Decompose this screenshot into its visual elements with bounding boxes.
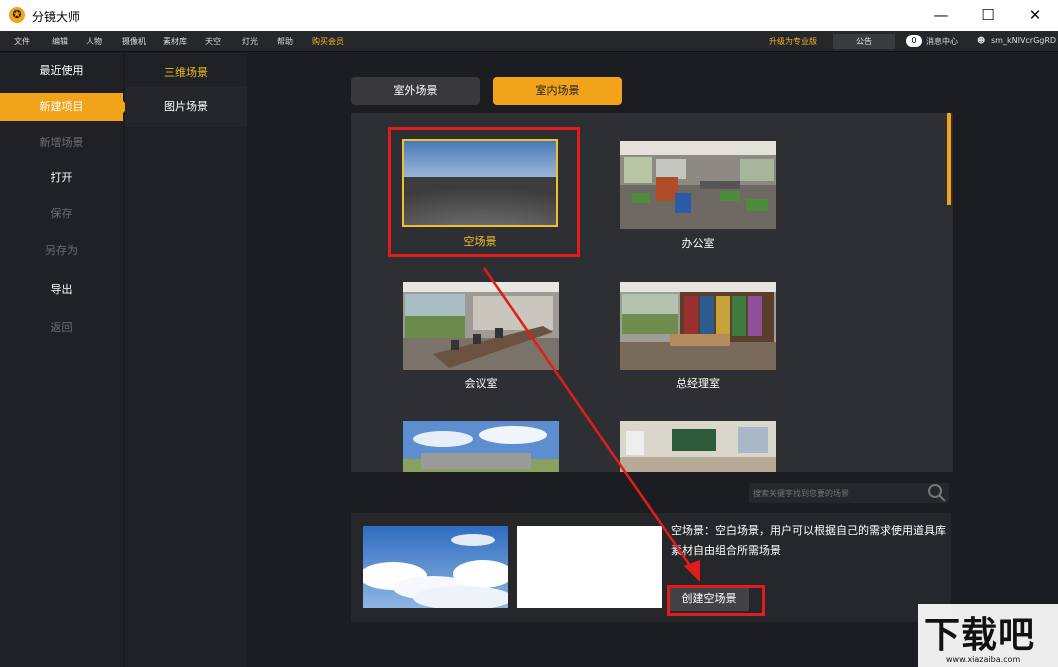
scene-card-classroom[interactable] bbox=[620, 421, 780, 472]
scene-thumbnail bbox=[620, 421, 776, 472]
sidebar-item-export[interactable]: 导出 bbox=[0, 276, 123, 304]
menu-help[interactable]: 帮助 bbox=[277, 36, 293, 47]
upgrade-link[interactable]: 升级为专业版 bbox=[769, 36, 817, 47]
app-logo-icon: ✪ bbox=[9, 7, 25, 23]
left-sidebar: 最近使用 新建项目 新增场景 打开 保存 另存为 导出 返回 bbox=[0, 53, 129, 667]
highlight-box bbox=[667, 585, 765, 616]
menu-bar: 文件 编辑 人物 摄像机 素材库 天空 灯光 帮助 购买会员 升级为专业版 公告… bbox=[0, 31, 1058, 52]
scene-detail-panel: 空场景：空白场景，用户可以根据自己的需求使用道具库素材自由组合所需场景 创建空场… bbox=[351, 513, 951, 622]
subnav-image-scenes[interactable]: 图片场景 bbox=[125, 87, 247, 127]
maximize-button[interactable]: ☐ bbox=[965, 0, 1011, 31]
scene-card-outdoor-building[interactable] bbox=[403, 421, 563, 472]
sidebar-item-back[interactable]: 返回 bbox=[0, 314, 123, 342]
scene-description: 空场景：空白场景，用户可以根据自己的需求使用道具库素材自由组合所需场景 bbox=[671, 524, 946, 557]
menu-edit[interactable]: 编辑 bbox=[52, 36, 68, 47]
menu-file[interactable]: 文件 bbox=[14, 36, 30, 47]
close-button[interactable]: ✕ bbox=[1012, 0, 1058, 31]
tab-outdoor[interactable]: 室外场景 bbox=[351, 77, 480, 105]
search-icon[interactable] bbox=[927, 483, 947, 503]
scene-search bbox=[749, 483, 949, 503]
scene-thumbnail bbox=[403, 421, 559, 472]
scene-card-office[interactable]: 办公室 bbox=[620, 141, 780, 250]
scene-grid-scrollbar[interactable] bbox=[947, 113, 951, 205]
watermark: 下载吧 www.xiazaiba.com bbox=[918, 604, 1058, 667]
window-title: 分镜大师 bbox=[32, 10, 81, 24]
scene-preview-blank bbox=[517, 526, 662, 608]
minimize-button[interactable]: — bbox=[918, 0, 964, 31]
sidebar-item-save-as[interactable]: 另存为 bbox=[0, 237, 123, 265]
sidebar-item-recent[interactable]: 最近使用 bbox=[0, 57, 123, 85]
sidebar-item-open[interactable]: 打开 bbox=[0, 164, 123, 192]
sidebar-item-new-project[interactable]: 新建项目 bbox=[0, 93, 129, 121]
buy-membership-link[interactable]: 购买会员 bbox=[312, 36, 344, 47]
scene-thumbnail bbox=[620, 282, 776, 370]
watermark-logo: 下载吧 bbox=[924, 615, 1036, 656]
scene-card-meeting-room[interactable]: 会议室 bbox=[403, 282, 563, 390]
scene-label: 办公室 bbox=[681, 237, 715, 250]
user-icon: ☻ bbox=[977, 36, 986, 45]
menu-lighting[interactable]: 灯光 bbox=[242, 36, 258, 47]
scene-type-nav: 三维场景 图片场景 bbox=[125, 53, 247, 667]
title-bar: ✪ 分镜大师 — ☐ ✕ bbox=[0, 0, 1058, 31]
message-center-link[interactable]: 消息中心 bbox=[926, 36, 958, 47]
menu-character[interactable]: 人物 bbox=[86, 36, 102, 47]
user-name[interactable]: sm_kNIVcrGgRD bbox=[991, 36, 1056, 45]
watermark-url: www.xiazaiba.com bbox=[946, 655, 1021, 664]
sidebar-item-save[interactable]: 保存 bbox=[0, 200, 123, 228]
sidebar-item-add-scene[interactable]: 新增场景 bbox=[0, 129, 123, 157]
notice-button[interactable]: 公告 bbox=[833, 34, 895, 49]
scene-card-manager-office[interactable]: 总经理室 bbox=[620, 282, 780, 390]
scene-thumbnail bbox=[620, 141, 776, 229]
main-panel: 室外场景 室内场景 空场景 办公室 会议室 总经理室 搜索关键字找到您要的场景 … bbox=[247, 53, 1058, 667]
scene-thumbnail bbox=[403, 282, 559, 370]
scene-label: 会议室 bbox=[464, 377, 498, 390]
search-input[interactable] bbox=[753, 485, 923, 501]
menu-assets[interactable]: 素材库 bbox=[163, 36, 187, 47]
scene-label: 总经理室 bbox=[676, 377, 720, 390]
menu-camera[interactable]: 摄像机 bbox=[122, 36, 146, 47]
tab-indoor[interactable]: 室内场景 bbox=[493, 77, 622, 105]
highlight-box bbox=[388, 127, 580, 257]
scene-preview-image bbox=[363, 526, 508, 608]
menu-sky[interactable]: 天空 bbox=[205, 36, 221, 47]
message-count-badge: 0 bbox=[906, 35, 922, 47]
